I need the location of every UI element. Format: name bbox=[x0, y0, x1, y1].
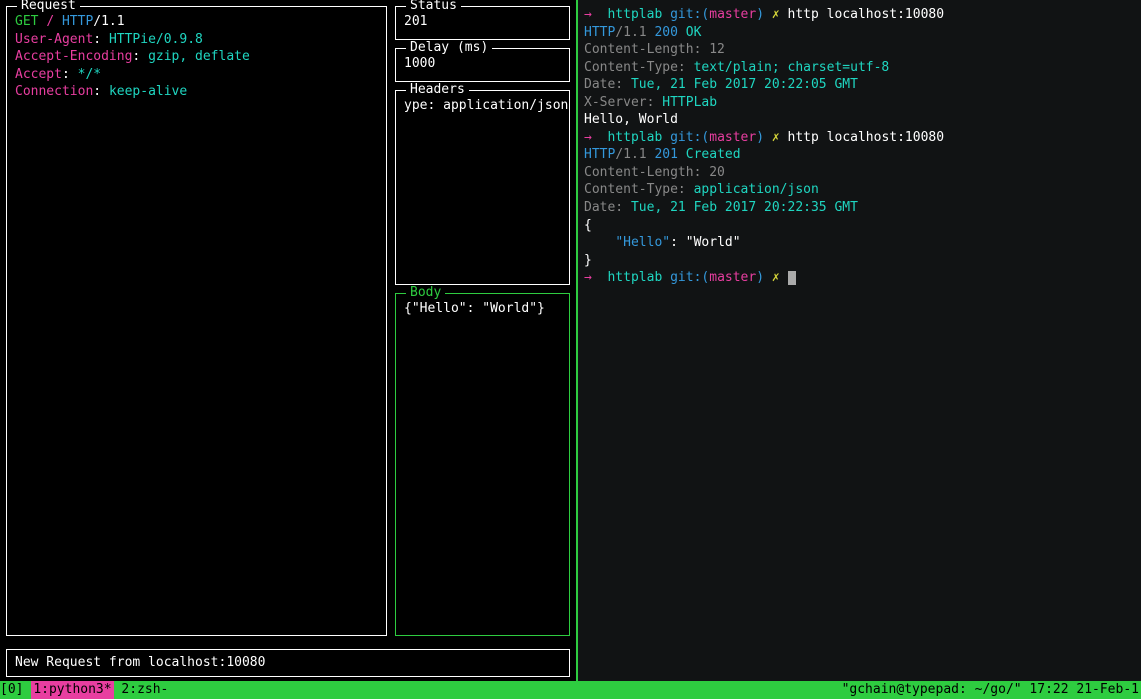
tmux-statusbar: [0] 1:python3* 2:zsh- "gchain@typepad: ~… bbox=[0, 681, 1141, 699]
cursor bbox=[788, 271, 796, 285]
tmux-window-active[interactable]: 1:python3* bbox=[31, 681, 113, 699]
message-text: New Request from localhost:10080 bbox=[15, 654, 561, 672]
term-line: Date: Tue, 21 Feb 2017 20:22:35 GMT bbox=[584, 199, 1135, 217]
request-header: User-Agent: HTTPie/0.9.8 bbox=[15, 31, 378, 49]
term-line: HTTP/1.1 201 Created bbox=[584, 146, 1135, 164]
term-line: Date: Tue, 21 Feb 2017 20:22:05 GMT bbox=[584, 76, 1135, 94]
delay-title: Delay (ms) bbox=[406, 40, 492, 55]
body-value[interactable]: {"Hello": "World"} bbox=[404, 300, 561, 318]
term-line: Content-Type: application/json bbox=[584, 181, 1135, 199]
term-line: } bbox=[584, 252, 1135, 270]
request-title: Request bbox=[17, 0, 80, 13]
request-line: GET / HTTP/1.1 bbox=[15, 13, 378, 31]
status-panel[interactable]: Status 201 bbox=[395, 6, 570, 40]
term-line: HTTP/1.1 200 OK bbox=[584, 24, 1135, 42]
term-line: → httplab git:(master) ✗ http localhost:… bbox=[584, 6, 1135, 24]
term-line: Content-Length: 12 bbox=[584, 41, 1135, 59]
body-panel[interactable]: Body {"Hello": "World"} bbox=[395, 293, 570, 636]
term-line: Content-Length: 20 bbox=[584, 164, 1135, 182]
body-title: Body bbox=[406, 285, 445, 300]
term-line: Hello, World bbox=[584, 111, 1135, 129]
status-value[interactable]: 201 bbox=[404, 13, 561, 31]
term-line: X-Server: HTTPLab bbox=[584, 94, 1135, 112]
headers-panel[interactable]: Headers ype: application/json bbox=[395, 90, 570, 285]
delay-value[interactable]: 1000 bbox=[404, 55, 561, 73]
request-header: Accept-Encoding: gzip, deflate bbox=[15, 48, 378, 66]
delay-panel[interactable]: Delay (ms) 1000 bbox=[395, 48, 570, 82]
tmux-window[interactable]: 2:zsh- bbox=[114, 681, 169, 699]
message-bar: New Request from localhost:10080 bbox=[6, 649, 570, 677]
status-title: Status bbox=[406, 0, 461, 13]
headers-title: Headers bbox=[406, 82, 469, 97]
term-line: Content-Type: text/plain; charset=utf-8 bbox=[584, 59, 1135, 77]
tmux-right: "gchain@typepad: ~/go/" 17:22 21-Feb-1 bbox=[842, 681, 1141, 699]
shell-pane[interactable]: → httplab git:(master) ✗ http localhost:… bbox=[578, 0, 1141, 681]
request-header: Connection: keep-alive bbox=[15, 83, 378, 101]
httplab-pane: Request GET / HTTP/1.1 User-Agent: HTTPi… bbox=[0, 0, 578, 681]
term-line: "Hello": "World" bbox=[584, 234, 1135, 252]
request-header: Accept: */* bbox=[15, 66, 378, 84]
request-panel[interactable]: Request GET / HTTP/1.1 User-Agent: HTTPi… bbox=[6, 6, 387, 636]
term-line: → httplab git:(master) ✗ bbox=[584, 269, 1135, 287]
tmux-session: [0] bbox=[0, 681, 31, 699]
term-line: → httplab git:(master) ✗ http localhost:… bbox=[584, 129, 1135, 147]
term-line: { bbox=[584, 217, 1135, 235]
headers-value[interactable]: ype: application/json bbox=[404, 97, 561, 115]
